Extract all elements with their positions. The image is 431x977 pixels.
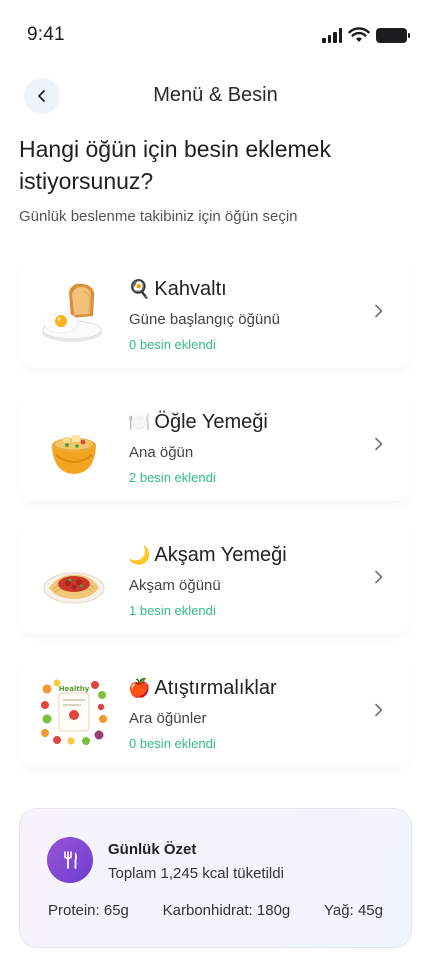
page-title: Menü & Besin — [153, 84, 278, 106]
fat-value: Yağ: 45g — [324, 902, 383, 919]
chevron-right-icon — [375, 304, 383, 318]
chevron-right-icon — [375, 570, 383, 584]
meal-title: 🍽️ Öğle Yemeği — [128, 411, 268, 434]
meal-title-text: Kahvaltı — [154, 278, 227, 300]
meal-description: Akşam öğünü — [129, 577, 221, 594]
signal-icon — [322, 27, 342, 43]
meal-card-breakfast[interactable]: 🍳 Kahvaltı Güne başlangıç öğünü 0 besin … — [19, 248, 412, 368]
summary-total-calories: Toplam 1,245 kcal tüketildi — [108, 865, 284, 882]
meal-title-text: Atıştırmalıklar — [154, 677, 277, 699]
status-icons — [322, 27, 410, 43]
summary-title: Günlük Özet — [108, 841, 197, 858]
meal-title: 🌙 Akşam Yemeği — [128, 544, 287, 567]
crescent-moon-emoji-icon: 🌙 — [128, 545, 151, 565]
meal-count: 1 besin eklendi — [129, 603, 216, 618]
protein-value: Protein: 65g — [48, 902, 129, 919]
question-subtitle: Günlük beslenme takibiniz için öğün seçi… — [19, 208, 298, 225]
chevron-right-icon — [375, 437, 383, 451]
frying-pan-emoji-icon: 🍳 — [128, 279, 151, 299]
daily-summary-card: Günlük Özet Toplam 1,245 kcal tüketildi … — [19, 808, 412, 948]
chevron-right-icon — [375, 703, 383, 717]
battery-icon — [376, 27, 410, 43]
fork-knife-icon — [47, 837, 93, 883]
meal-count: 2 besin eklendi — [129, 470, 216, 485]
meal-list: 🍳 Kahvaltı Güne başlangıç öğünü 0 besin … — [19, 248, 412, 780]
soup-bowl-icon — [52, 435, 96, 474]
pasta-plate-icon — [43, 572, 105, 604]
summary-macros: Protein: 65g Karbonhidrat: 180g Yağ: 45g — [48, 902, 383, 919]
healthy-label: Healthy — [59, 685, 90, 693]
meal-description: Ana öğün — [129, 444, 194, 461]
carbs-value: Karbonhidrat: 180g — [162, 902, 291, 919]
meal-title: 🍎 Atıştırmalıklar — [128, 677, 277, 700]
meal-card-dinner[interactable]: 🌙 Akşam Yemeği Akşam öğünü 1 besin eklen… — [19, 514, 412, 634]
plate-emoji-icon: 🍽️ — [128, 412, 151, 432]
healthy-snacks-icon: Healthy — [41, 679, 107, 745]
meal-title-text: Akşam Yemeği — [154, 544, 287, 566]
meal-title-text: Öğle Yemeği — [154, 411, 268, 433]
wifi-icon — [348, 27, 370, 42]
meal-card-snacks[interactable]: Healthy 🍎 Atıştırmalıklar Ara öğünler 0 … — [19, 647, 412, 767]
meal-card-lunch[interactable]: 🍽️ Öğle Yemeği Ana öğün 2 besin eklendi — [19, 381, 412, 501]
question-heading: Hangi öğün için besin eklemek istiyorsun… — [19, 136, 331, 194]
header: Menü & Besin — [0, 78, 431, 118]
meal-description: Güne başlangıç öğünü — [129, 311, 280, 328]
meal-title: 🍳 Kahvaltı — [128, 278, 227, 301]
apple-emoji-icon: 🍎 — [128, 678, 151, 698]
status-time: 9:41 — [27, 24, 65, 45]
meal-count: 0 besin eklendi — [129, 337, 216, 352]
status-bar: 9:41 — [0, 0, 431, 72]
toast-and-egg-icon — [42, 283, 102, 342]
meal-description: Ara öğünler — [129, 710, 207, 727]
meal-count: 0 besin eklendi — [129, 736, 216, 751]
